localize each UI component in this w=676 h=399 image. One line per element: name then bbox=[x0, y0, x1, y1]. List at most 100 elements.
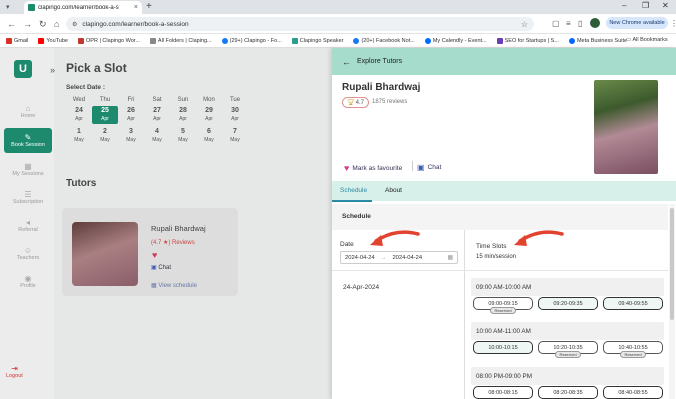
bookmark-calendly[interactable]: My Calendly - Event... bbox=[424, 37, 487, 44]
tab-about[interactable]: About bbox=[385, 187, 402, 194]
reserved-badge: Reserved bbox=[490, 307, 516, 314]
tutor-name-heading: Rupali Bhardwaj bbox=[342, 82, 421, 93]
calendar-icon: ▦ bbox=[151, 283, 157, 289]
maximize-icon[interactable]: ❐ bbox=[642, 1, 649, 10]
date-picker: Wed Thu Fri Sat Sun Mon Tue 24 Apr 25 Apr 26 Apr … bbox=[66, 97, 256, 145]
omnibox[interactable]: ⚙ clapingo.com/learner/book-a-session ☆ bbox=[66, 17, 534, 31]
all-bookmarks[interactable]: ▭ All Bookmarks bbox=[626, 37, 668, 43]
site-info-icon[interactable]: ⚙ bbox=[72, 21, 77, 28]
date-range-input[interactable]: 2024-04-24 → 2024-04-24 ▦ bbox=[340, 251, 458, 264]
reload-icon[interactable]: ↻ bbox=[39, 19, 47, 30]
tutors-heading: Tutors bbox=[66, 178, 97, 189]
date-from: 2024-04-24 bbox=[345, 254, 375, 261]
date-cell[interactable]: 4 May bbox=[144, 127, 170, 145]
date-to: 2024-04-24 bbox=[392, 254, 423, 261]
forward-icon[interactable]: → bbox=[23, 19, 32, 29]
back-arrow-icon[interactable]: ← bbox=[342, 57, 351, 67]
bookmark-meta[interactable]: Meta Business Suite bbox=[568, 37, 627, 44]
seo-icon bbox=[496, 37, 503, 44]
time-slot[interactable]: 09:40-09:55 bbox=[603, 297, 663, 310]
slot-group-header: 08:00 PM-09:00 PM bbox=[471, 367, 664, 385]
bookmark-facebook-1[interactable]: (29+) Clapingo - Fo... bbox=[221, 37, 282, 44]
time-slot[interactable]: 08:20-08:35 bbox=[538, 386, 598, 399]
sidebar-item-profile[interactable]: ◉ Profile bbox=[4, 270, 52, 292]
trophy-icon: 🏆︎ bbox=[347, 100, 355, 106]
sidebar-item-book-session[interactable]: ✎ Book Session bbox=[4, 128, 52, 153]
date-cell[interactable]: 27 Apr bbox=[144, 106, 170, 124]
close-tab-icon[interactable]: × bbox=[134, 4, 138, 11]
date-cell[interactable]: 29 Apr bbox=[196, 106, 222, 124]
menu-kebab-icon[interactable]: ⋮ bbox=[670, 19, 676, 28]
bookmark-youtube[interactable]: YouTube bbox=[38, 37, 68, 44]
bookmark-seo[interactable]: SEO for Startups | S... bbox=[496, 37, 559, 44]
time-slot[interactable]: 09:20-09:35 bbox=[538, 297, 598, 310]
home-browser-icon[interactable]: ⌂ bbox=[54, 19, 59, 29]
date-cell[interactable]: 5 May bbox=[170, 127, 196, 145]
minimize-icon[interactable]: – bbox=[622, 1, 626, 10]
select-date-label: Select Date : bbox=[66, 84, 106, 91]
scrollbar-thumb[interactable] bbox=[670, 208, 674, 320]
bookmark-facebook-2[interactable]: (20+) Facebook Not... bbox=[353, 37, 415, 44]
book-icon: ✎ bbox=[24, 133, 32, 142]
back-icon[interactable]: ← bbox=[7, 19, 16, 29]
bookmark-gmail[interactable]: Gmail bbox=[6, 37, 28, 44]
new-tab-icon[interactable]: + bbox=[146, 1, 152, 12]
tutor-name: Rupali Bhardwaj bbox=[151, 224, 206, 233]
chat-button[interactable]: ▣ Chat bbox=[417, 163, 441, 172]
date-cell[interactable]: 28 Apr bbox=[170, 106, 196, 124]
slot-group-header: 09:00 AM-10:00 AM bbox=[471, 278, 664, 296]
date-cell[interactable]: 7 May bbox=[222, 127, 248, 145]
bookmark-speaker[interactable]: Clapingo Speaker bbox=[291, 37, 343, 44]
facebook-icon bbox=[353, 37, 360, 44]
opr-icon bbox=[78, 37, 84, 44]
date-cell[interactable]: 24 Apr bbox=[66, 106, 92, 124]
new-chrome-button[interactable]: New Chrome available bbox=[606, 17, 668, 29]
gmail-icon bbox=[6, 37, 12, 44]
date-cell[interactable]: 3 May bbox=[118, 127, 144, 145]
close-window-icon[interactable]: ✕ bbox=[662, 1, 669, 10]
bookmarks-bar: Gmail YouTube OPR | Clapingo Wor... All … bbox=[0, 34, 676, 48]
browser-tab[interactable]: clapingo.com/learner/book-a-s × bbox=[24, 1, 142, 14]
profile-avatar[interactable] bbox=[590, 18, 600, 28]
sidebar-item-subscription[interactable]: ☰ Subscription bbox=[4, 186, 52, 208]
date-cell[interactable]: 26 Apr bbox=[118, 106, 144, 124]
cast-icon[interactable]: ≡ bbox=[566, 19, 571, 28]
chat-icon: ▣ bbox=[151, 265, 157, 271]
date-cell[interactable]: 30 Apr bbox=[222, 106, 248, 124]
teachers-icon: ☺ bbox=[23, 245, 33, 255]
sidepanel-icon[interactable]: ▯ bbox=[578, 19, 582, 28]
sidebar-item-my-sessions[interactable]: ▦ My Sessions bbox=[4, 158, 52, 180]
date-cell-selected[interactable]: 25 Apr bbox=[92, 106, 118, 124]
extensions-icon[interactable]: ▢ bbox=[552, 19, 560, 28]
collapse-sidebar-icon[interactable]: » bbox=[50, 65, 55, 75]
date-cell[interactable]: 6 May bbox=[196, 127, 222, 145]
view-schedule-link[interactable]: ▦ View schedule bbox=[151, 282, 197, 289]
megaphone-icon: ◂ bbox=[25, 217, 30, 227]
logout-button[interactable]: ⇥ Logout bbox=[6, 364, 23, 379]
bookmark-opr[interactable]: OPR | Clapingo Wor... bbox=[78, 37, 140, 44]
date-list-item[interactable]: 24-Apr-2024 bbox=[343, 284, 379, 291]
date-row-2: 1 May 2 May 3 May 4 May 5 May 6 May 7 May bbox=[66, 127, 256, 145]
tutor-chat-link[interactable]: ▣ Chat bbox=[151, 264, 171, 271]
calendar-icon[interactable]: ▦ bbox=[448, 255, 453, 261]
tab-menu-icon[interactable]: ▾ bbox=[6, 3, 10, 11]
sidebar-item-teachers[interactable]: ☺ Teachers bbox=[4, 242, 52, 264]
folder-icon bbox=[149, 37, 156, 44]
heart-icon[interactable]: ♥ bbox=[152, 250, 157, 260]
bookmark-folders[interactable]: All Folders | Claping... bbox=[149, 37, 212, 44]
bookmark-star-icon[interactable]: ☆ bbox=[521, 20, 528, 29]
explore-tutors-link[interactable]: Explore Tutors bbox=[357, 58, 402, 65]
meta-icon bbox=[568, 37, 575, 44]
sidebar-item-referral[interactable]: ◂ Referral bbox=[4, 214, 52, 236]
sidebar-item-home[interactable]: ⌂ Home bbox=[4, 100, 52, 122]
time-slot[interactable]: 10:00-10:15 bbox=[473, 341, 533, 354]
date-row-1: 24 Apr 25 Apr 26 Apr 27 Apr 28 Apr 29 Apr 30 Ap… bbox=[66, 106, 256, 124]
date-cell[interactable]: 1 May bbox=[66, 127, 92, 145]
time-slot[interactable]: 08:40-08:55 bbox=[603, 386, 663, 399]
panel-header: ← Explore Tutors bbox=[332, 48, 676, 75]
date-cell[interactable]: 2 May bbox=[92, 127, 118, 145]
tab-schedule[interactable]: Schedule bbox=[340, 187, 367, 194]
time-slot[interactable]: 08:00-08:15 bbox=[473, 386, 533, 399]
slot-group-header: 10:00 AM-11:00 AM bbox=[471, 322, 664, 340]
mark-favourite-button[interactable]: ♥ Mark as favourite bbox=[344, 163, 402, 173]
